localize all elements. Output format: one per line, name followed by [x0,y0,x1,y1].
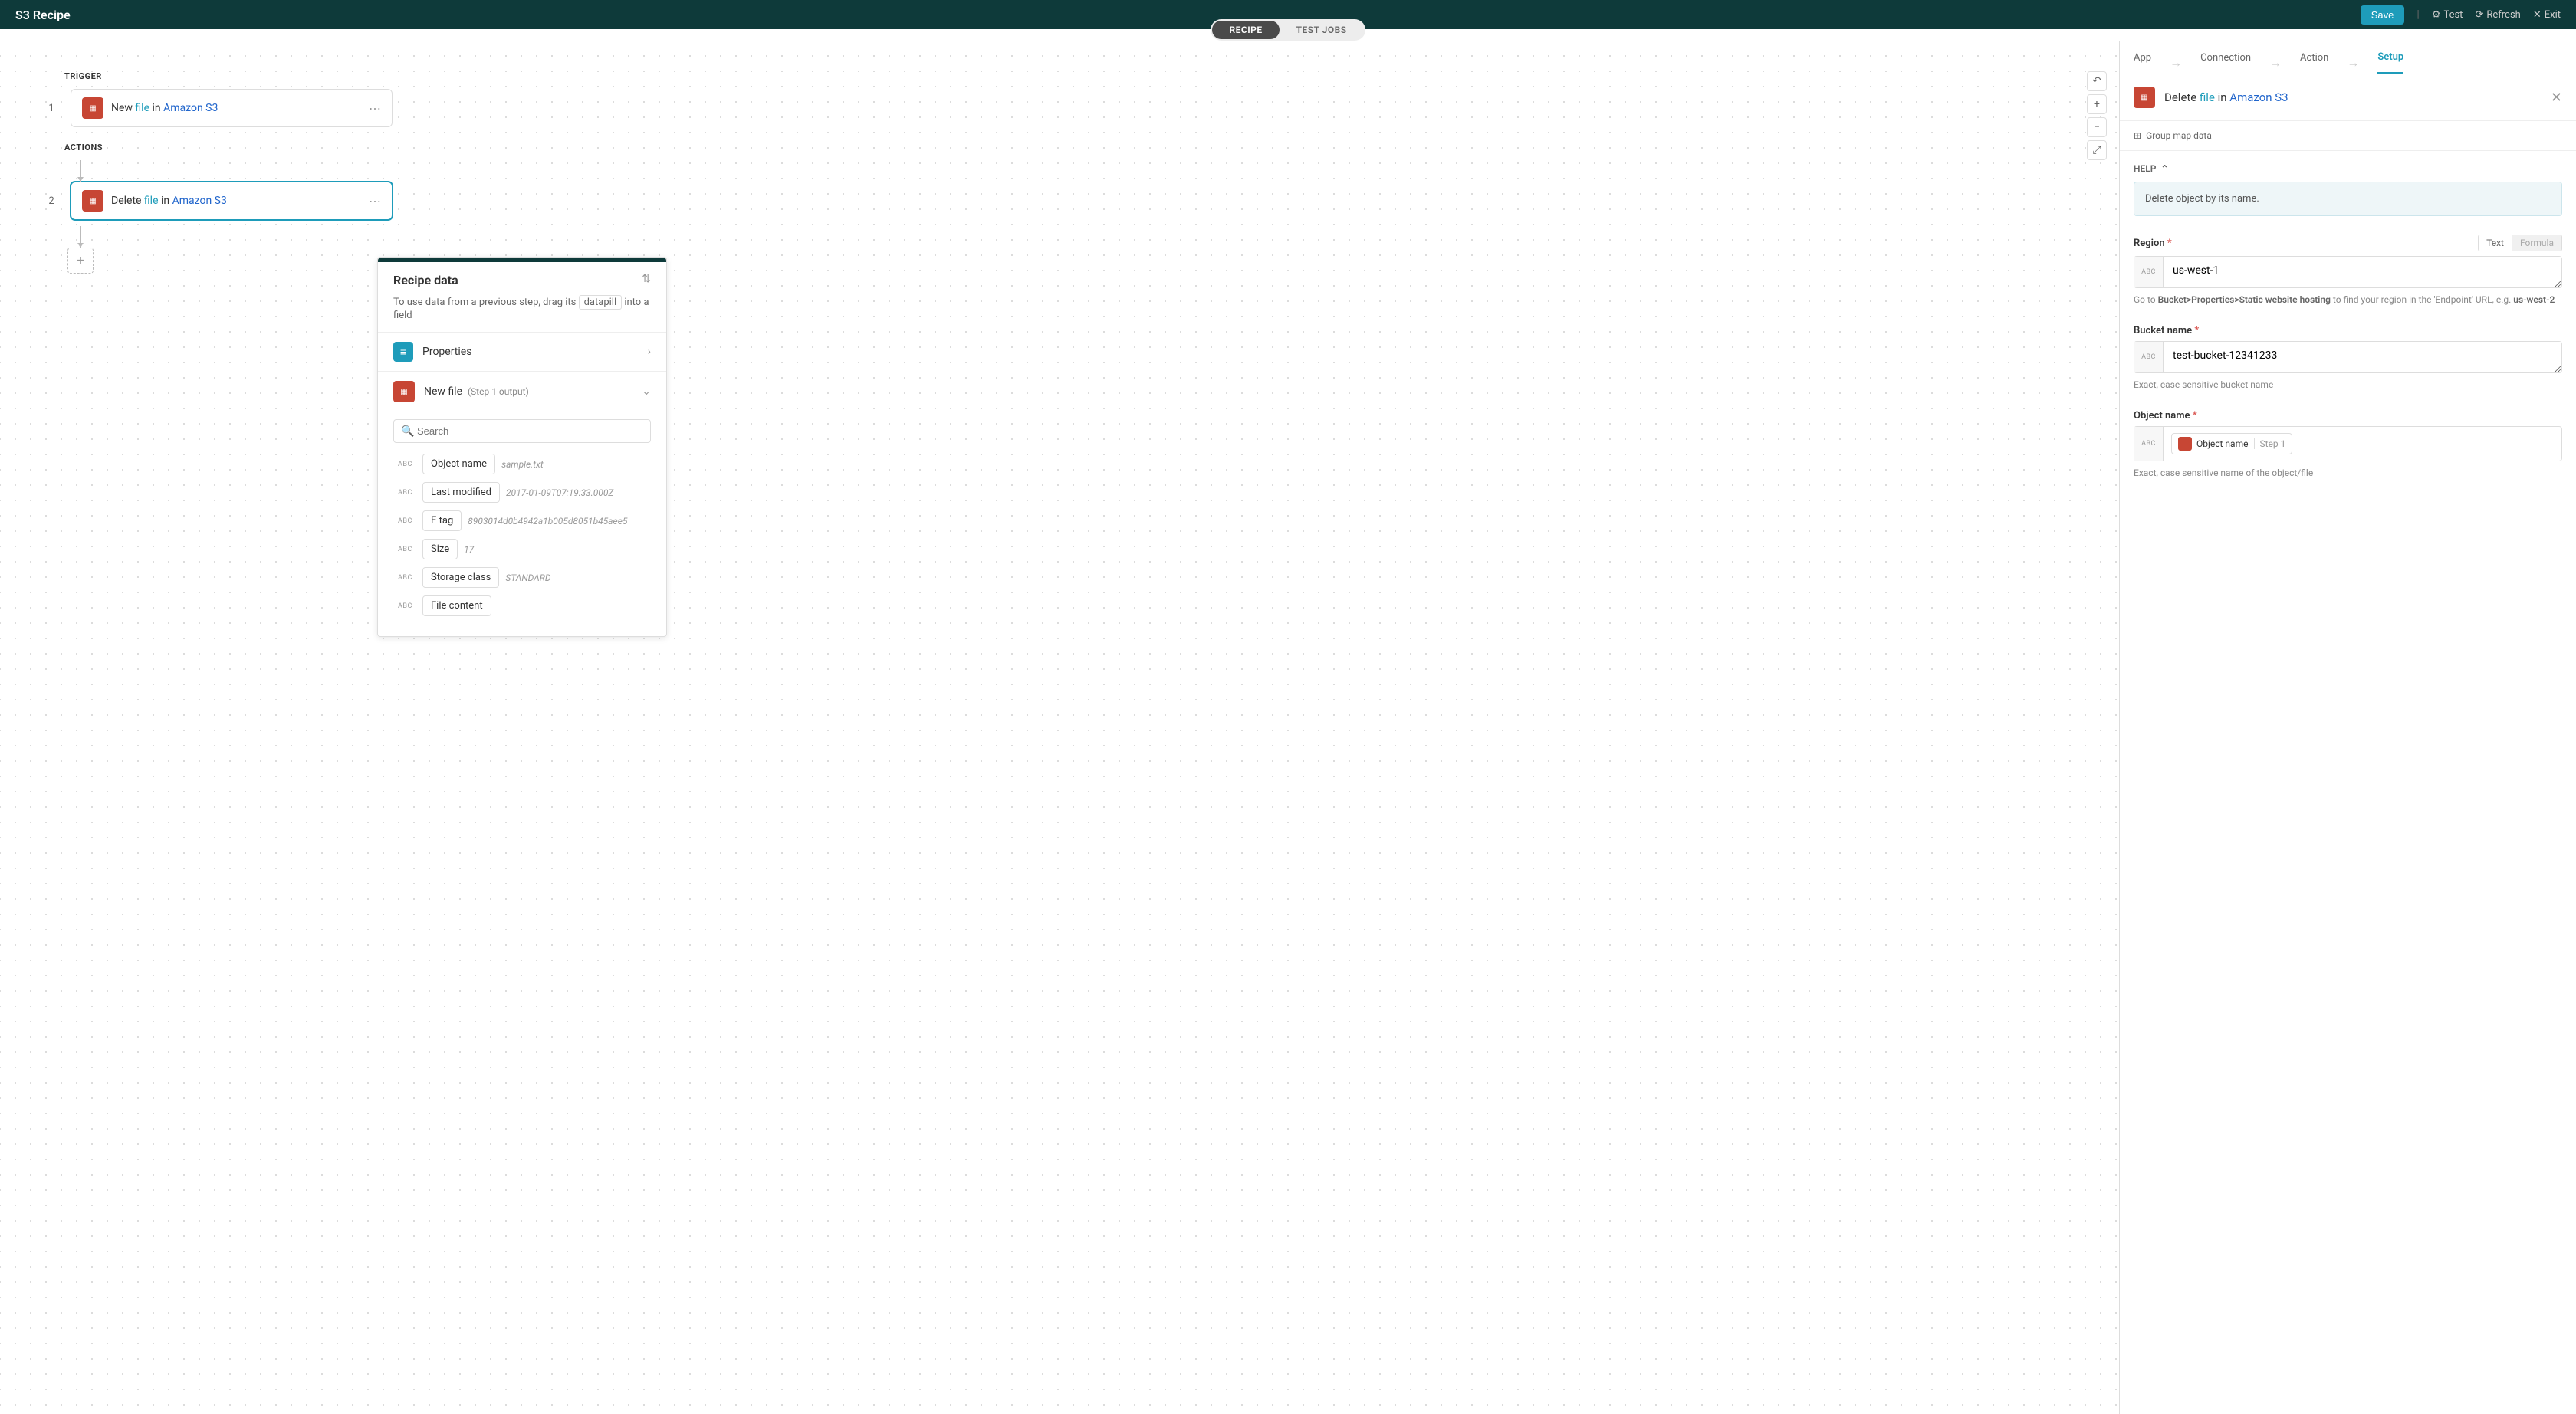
properties-section[interactable]: ≡ Properties › [378,332,666,371]
step-number: 2 [46,195,57,207]
group-icon: ⊞ [2134,130,2141,141]
datapill[interactable]: Storage class [422,567,499,588]
type-badge: ABC [2134,257,2164,287]
s3-icon: ▦ [393,381,415,402]
mode-text[interactable]: Text [2478,235,2512,251]
group-map-data[interactable]: ⊞Group map data [2120,121,2576,151]
bucket-label: Bucket name * [2134,325,2199,336]
datapill[interactable]: Object name [422,454,495,474]
arrow-right-icon: → [2269,55,2282,71]
save-button[interactable]: Save [2361,5,2405,25]
tab-action[interactable]: Action [2300,52,2328,73]
tab-connection[interactable]: Connection [2200,52,2251,73]
close-button[interactable]: ✕ [2551,90,2562,106]
object-label: Object name * [2134,410,2197,422]
side-panel: App → Connection → Action → Setup ▦ Dele… [2119,41,2576,1414]
step-more-icon[interactable]: ⋯ [369,194,381,208]
chevron-up-icon: ⌃ [2160,163,2168,174]
search-icon: 🔍 [401,425,414,438]
chevron-down-icon: ⌄ [642,385,651,398]
recipe-title: S3 Recipe [15,8,71,22]
datapill[interactable]: File content [422,595,491,616]
datapill[interactable]: Last modified [422,482,500,503]
step-card-trigger[interactable]: ▦ New file in Amazon S3 ⋯ [71,89,393,127]
add-step-button[interactable]: + [67,248,94,274]
datapill-in-field[interactable]: Object name Step 1 [2171,433,2292,454]
arrow-right-icon: → [2170,55,2182,71]
test-button[interactable]: ⚙Test [2432,9,2463,21]
search-input[interactable] [393,419,651,443]
step-text: New file in Amazon S3 [111,102,361,114]
bucket-hint: Exact, case sensitive bucket name [2134,378,2562,392]
step-text: Delete file in Amazon S3 [111,195,361,207]
zoom-in-button[interactable]: + [2087,94,2107,114]
new-file-section[interactable]: ▦ New file (Step 1 output) ⌄ [378,371,666,412]
region-hint: Go to Bucket>Properties>Static website h… [2134,293,2562,307]
separator: | [2417,8,2419,21]
connector-line [80,226,81,248]
undo-button[interactable]: ↶ [2087,71,2107,91]
mode-formula[interactable]: Formula [2512,235,2562,251]
exit-button[interactable]: ✕Exit [2533,9,2561,21]
close-icon: ✕ [2533,9,2542,21]
datapill[interactable]: E tag [422,510,462,531]
object-hint: Exact, case sensitive name of the object… [2134,466,2562,480]
arrow-right-icon: → [2347,55,2359,71]
type-badge: ABC [2134,427,2164,461]
tab-test-jobs[interactable]: TEST JOBS [1280,21,1364,39]
tab-recipe[interactable]: RECIPE [1212,21,1279,39]
tab-app[interactable]: App [2134,52,2151,73]
actions-label: ACTIONS [64,143,2073,153]
help-text: Delete object by its name. [2134,182,2562,216]
collapse-icon[interactable]: ⇅ [642,273,651,285]
connector-line [80,160,81,182]
datapill[interactable]: Size [422,539,458,559]
recipe-data-subtitle: To use data from a previous step, drag i… [378,295,666,332]
panel-title: Delete file in Amazon S3 [2164,90,2542,104]
fit-button[interactable]: ⤢ [2087,140,2107,160]
type-badge: ABC [2134,342,2164,372]
recipe-data-title: Recipe data [393,273,458,287]
object-input[interactable]: Object name Step 1 [2164,427,2561,461]
step-number: 1 [46,103,57,114]
tab-setup[interactable]: Setup [2377,51,2404,74]
bucket-input[interactable] [2164,342,2561,372]
recipe-data-panel: Recipe data ⇅ To use data from a previou… [377,257,667,637]
step-more-icon[interactable]: ⋯ [369,101,381,116]
step-card-action[interactable]: ▦ Delete file in Amazon S3 ⋯ [71,182,393,220]
region-label: Region * [2134,238,2172,249]
zoom-out-button[interactable]: − [2087,117,2107,137]
chevron-right-icon: › [648,346,651,358]
refresh-icon: ⟳ [2475,9,2483,21]
s3-icon: ▦ [82,97,104,119]
refresh-button[interactable]: ⟳Refresh [2475,9,2520,21]
gear-icon: ⚙ [2432,9,2441,21]
region-input[interactable] [2164,257,2561,287]
s3-icon: ▦ [82,190,104,212]
properties-icon: ≡ [393,342,413,362]
recipe-tab-toggle: RECIPE TEST JOBS [1211,19,1365,41]
trigger-label: TRIGGER [64,71,2073,81]
canvas: ↶ + − ⤢ TRIGGER 1 ▦ New file in Amazon S… [0,41,2119,1414]
datapill-list: ABCObject namesample.txt ABCLast modifie… [378,451,666,636]
s3-icon [2178,437,2192,451]
s3-icon: ▦ [2134,87,2155,108]
help-toggle[interactable]: HELP⌃ [2134,163,2562,174]
